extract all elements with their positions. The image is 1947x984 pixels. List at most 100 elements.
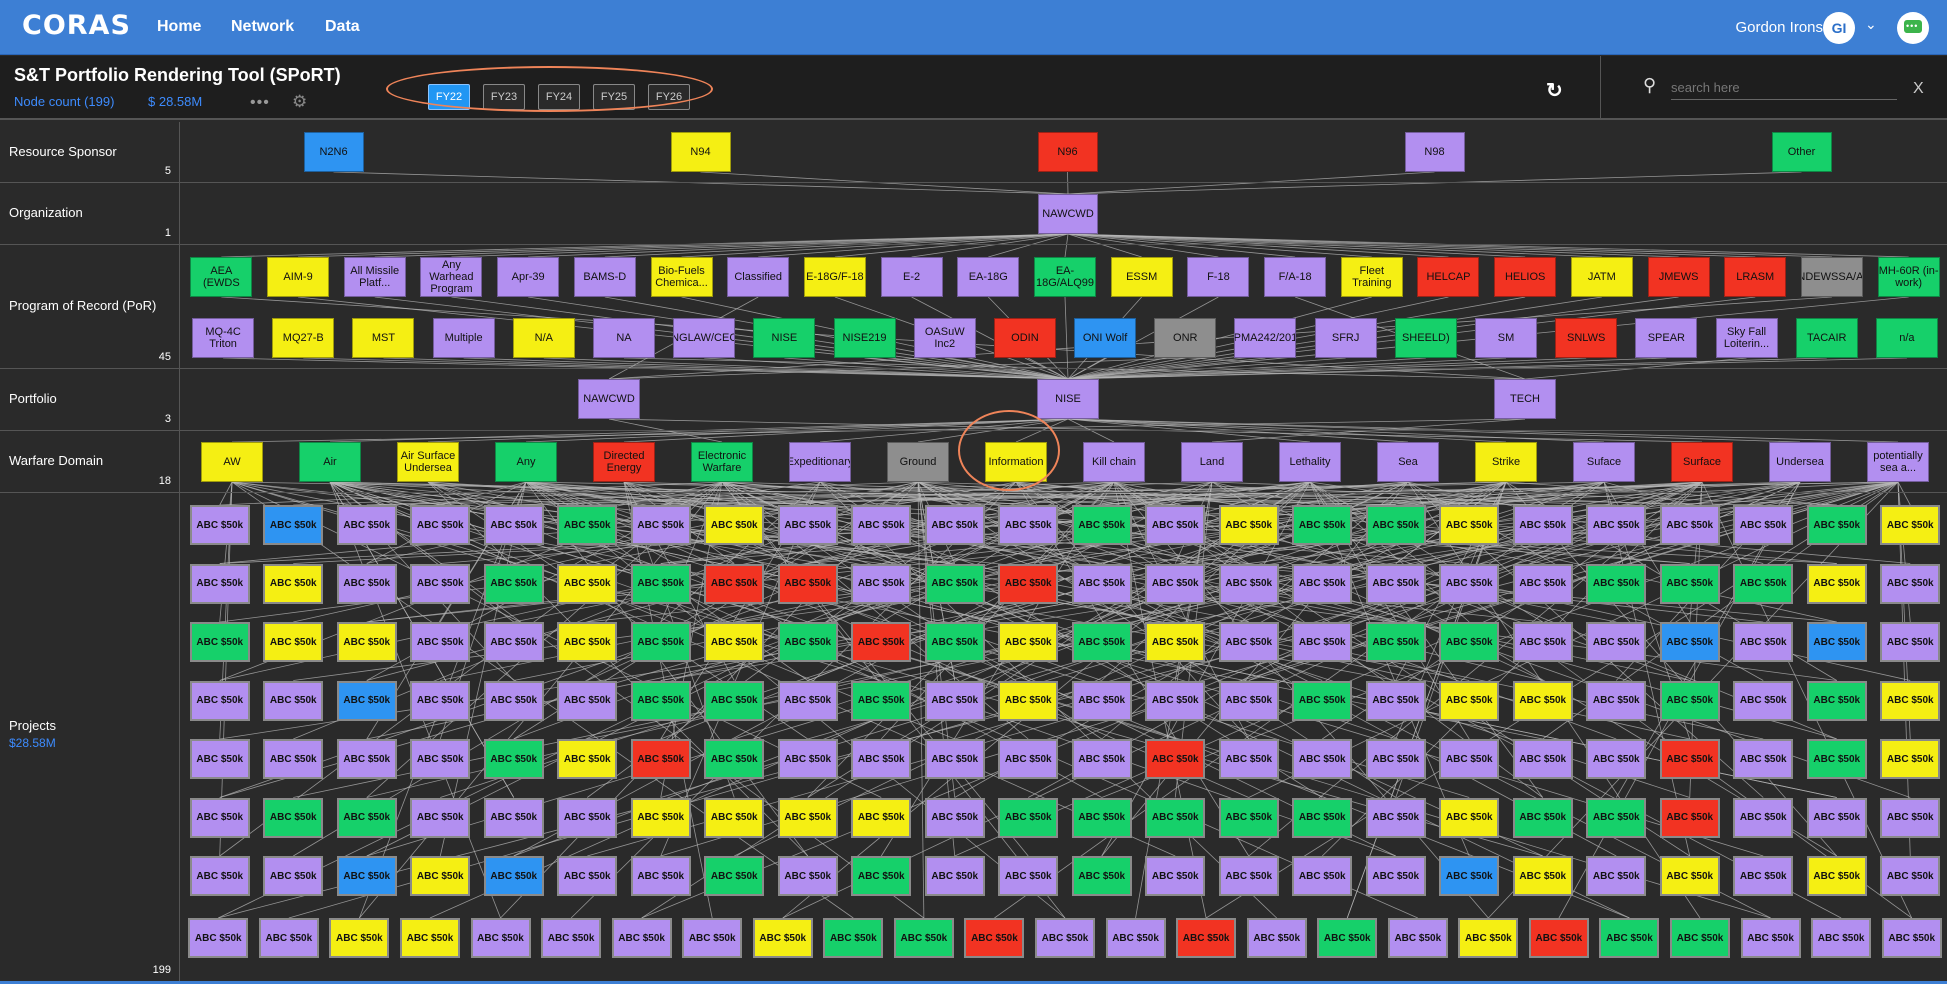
project-node[interactable]: ABC $50k xyxy=(1145,622,1206,662)
project-node[interactable]: ABC $50k xyxy=(1218,622,1279,662)
domain-node-expeditionary[interactable]: Expeditionary xyxy=(789,442,851,482)
project-node[interactable]: ABC $50k xyxy=(263,563,324,604)
project-node[interactable]: ABC $50k xyxy=(1071,739,1132,779)
domain-node-undersea[interactable]: Undersea xyxy=(1769,442,1831,482)
project-node[interactable]: ABC $50k xyxy=(189,856,250,896)
project-node[interactable]: ABC $50k xyxy=(1439,505,1500,545)
project-node[interactable]: ABC $50k xyxy=(399,918,460,958)
por-node-aea-ewds[interactable]: AEA (EWDS xyxy=(190,257,253,297)
domain-node-lethality[interactable]: Lethality xyxy=(1279,442,1341,482)
project-node[interactable]: ABC $50k xyxy=(1586,680,1647,721)
por-node-n-a[interactable]: N/A xyxy=(512,318,575,358)
project-node[interactable]: ABC $50k xyxy=(1740,918,1801,958)
project-node[interactable]: ABC $50k xyxy=(1292,797,1353,838)
project-node[interactable]: ABC $50k xyxy=(1528,918,1589,958)
more-options-icon[interactable]: ••• xyxy=(250,94,270,112)
project-node[interactable]: ABC $50k xyxy=(630,680,691,721)
project-node[interactable]: ABC $50k xyxy=(1387,918,1448,958)
project-node[interactable]: ABC $50k xyxy=(777,505,838,545)
project-node[interactable]: ABC $50k xyxy=(924,680,985,721)
por-node-nglaw-cec[interactable]: NGLAW/CEC xyxy=(673,318,736,358)
project-node[interactable]: ABC $50k xyxy=(1659,797,1720,838)
project-node[interactable]: ABC $50k xyxy=(1071,797,1132,838)
project-node[interactable]: ABC $50k xyxy=(263,505,324,545)
project-node[interactable]: ABC $50k xyxy=(1659,739,1720,779)
project-node[interactable]: ABC $50k xyxy=(1806,622,1867,662)
project-node[interactable]: ABC $50k xyxy=(851,739,912,779)
project-node[interactable]: ABC $50k xyxy=(851,563,912,604)
por-node-sky-fall-loiterin[interactable]: Sky Fall Loiterin... xyxy=(1715,318,1778,358)
project-node[interactable]: ABC $50k xyxy=(1670,918,1731,958)
project-node[interactable]: ABC $50k xyxy=(1512,739,1573,779)
project-node[interactable]: ABC $50k xyxy=(263,739,324,779)
por-node-essm[interactable]: ESSM xyxy=(1110,257,1173,297)
sponsor-node-n2n6[interactable]: N2N6 xyxy=(303,132,364,172)
project-node[interactable]: ABC $50k xyxy=(557,739,618,779)
domain-node-aw[interactable]: AW xyxy=(201,442,263,482)
project-node[interactable]: ABC $50k xyxy=(1733,856,1794,896)
project-node[interactable]: ABC $50k xyxy=(924,505,985,545)
project-node[interactable]: ABC $50k xyxy=(557,797,618,838)
project-node[interactable]: ABC $50k xyxy=(924,856,985,896)
project-node[interactable]: ABC $50k xyxy=(1292,563,1353,604)
node-count-link[interactable]: Node count (199) xyxy=(14,94,114,109)
project-node[interactable]: ABC $50k xyxy=(483,622,544,662)
search-icon[interactable]: ⚲ xyxy=(1643,75,1656,96)
project-node[interactable]: ABC $50k xyxy=(336,505,397,545)
refresh-icon[interactable]: ↻ xyxy=(1546,78,1563,103)
project-node[interactable]: ABC $50k xyxy=(1880,856,1941,896)
project-node[interactable]: ABC $50k xyxy=(263,680,324,721)
domain-node-potentially-sea-a[interactable]: potentially sea a... xyxy=(1867,442,1929,482)
por-node-multiple[interactable]: Multiple xyxy=(432,318,495,358)
project-node[interactable]: ABC $50k xyxy=(189,505,250,545)
project-node[interactable]: ABC $50k xyxy=(704,797,765,838)
por-node-fleet-training[interactable]: Fleet Training xyxy=(1340,257,1403,297)
por-node-sm[interactable]: SM xyxy=(1475,318,1537,358)
project-node[interactable]: ABC $50k xyxy=(1292,680,1353,721)
project-node[interactable]: ABC $50k xyxy=(1365,622,1426,662)
project-node[interactable]: ABC $50k xyxy=(1880,622,1941,662)
project-node[interactable]: ABC $50k xyxy=(1806,680,1867,721)
project-node[interactable]: ABC $50k xyxy=(1659,680,1720,721)
project-node[interactable]: ABC $50k xyxy=(630,739,691,779)
domain-node-electronic-warfare[interactable]: Electronic Warfare xyxy=(691,442,753,482)
domain-node-surface[interactable]: Surface xyxy=(1671,442,1733,482)
project-node[interactable]: ABC $50k xyxy=(263,622,324,662)
project-node[interactable]: ABC $50k xyxy=(557,563,618,604)
chat-icon[interactable]: ••• xyxy=(1897,12,1929,44)
project-node[interactable]: ABC $50k xyxy=(336,622,397,662)
project-node[interactable]: ABC $50k xyxy=(1145,563,1206,604)
chevron-down-icon[interactable]: ⌄ xyxy=(1865,16,1877,33)
por-node-n-a[interactable]: n/a xyxy=(1875,318,1938,358)
project-node[interactable]: ABC $50k xyxy=(777,739,838,779)
project-node[interactable]: ABC $50k xyxy=(924,563,985,604)
project-node[interactable]: ABC $50k xyxy=(924,797,985,838)
project-node[interactable]: ABC $50k xyxy=(1439,622,1500,662)
project-node[interactable]: ABC $50k xyxy=(1145,856,1206,896)
project-node[interactable]: ABC $50k xyxy=(1733,797,1794,838)
project-node[interactable]: ABC $50k xyxy=(1071,622,1132,662)
project-node[interactable]: ABC $50k xyxy=(1439,680,1500,721)
project-node[interactable]: ABC $50k xyxy=(410,797,471,838)
project-node[interactable]: ABC $50k xyxy=(1806,856,1867,896)
por-node-odin[interactable]: ODIN xyxy=(993,318,1056,358)
project-node[interactable]: ABC $50k xyxy=(851,505,912,545)
project-node[interactable]: ABC $50k xyxy=(1659,856,1720,896)
project-node[interactable]: ABC $50k xyxy=(1218,680,1279,721)
project-node[interactable]: ABC $50k xyxy=(998,797,1059,838)
por-node-apr-39[interactable]: Apr-39 xyxy=(497,257,560,297)
project-node[interactable]: ABC $50k xyxy=(1439,856,1500,896)
project-node[interactable]: ABC $50k xyxy=(1512,622,1573,662)
project-node[interactable]: ABC $50k xyxy=(258,918,319,958)
project-node[interactable]: ABC $50k xyxy=(998,739,1059,779)
project-node[interactable]: ABC $50k xyxy=(1733,739,1794,779)
domain-node-kill-chain[interactable]: Kill chain xyxy=(1083,442,1145,482)
project-node[interactable]: ABC $50k xyxy=(483,563,544,604)
project-node[interactable]: ABC $50k xyxy=(1439,739,1500,779)
project-node[interactable]: ABC $50k xyxy=(557,505,618,545)
project-node[interactable]: ABC $50k xyxy=(1880,739,1941,779)
project-node[interactable]: ABC $50k xyxy=(998,505,1059,545)
nav-network[interactable]: Network xyxy=(231,18,294,36)
por-node-ndewssa-ai[interactable]: NDEWSSA/AI xyxy=(1800,257,1863,297)
project-node[interactable]: ABC $50k xyxy=(410,505,471,545)
